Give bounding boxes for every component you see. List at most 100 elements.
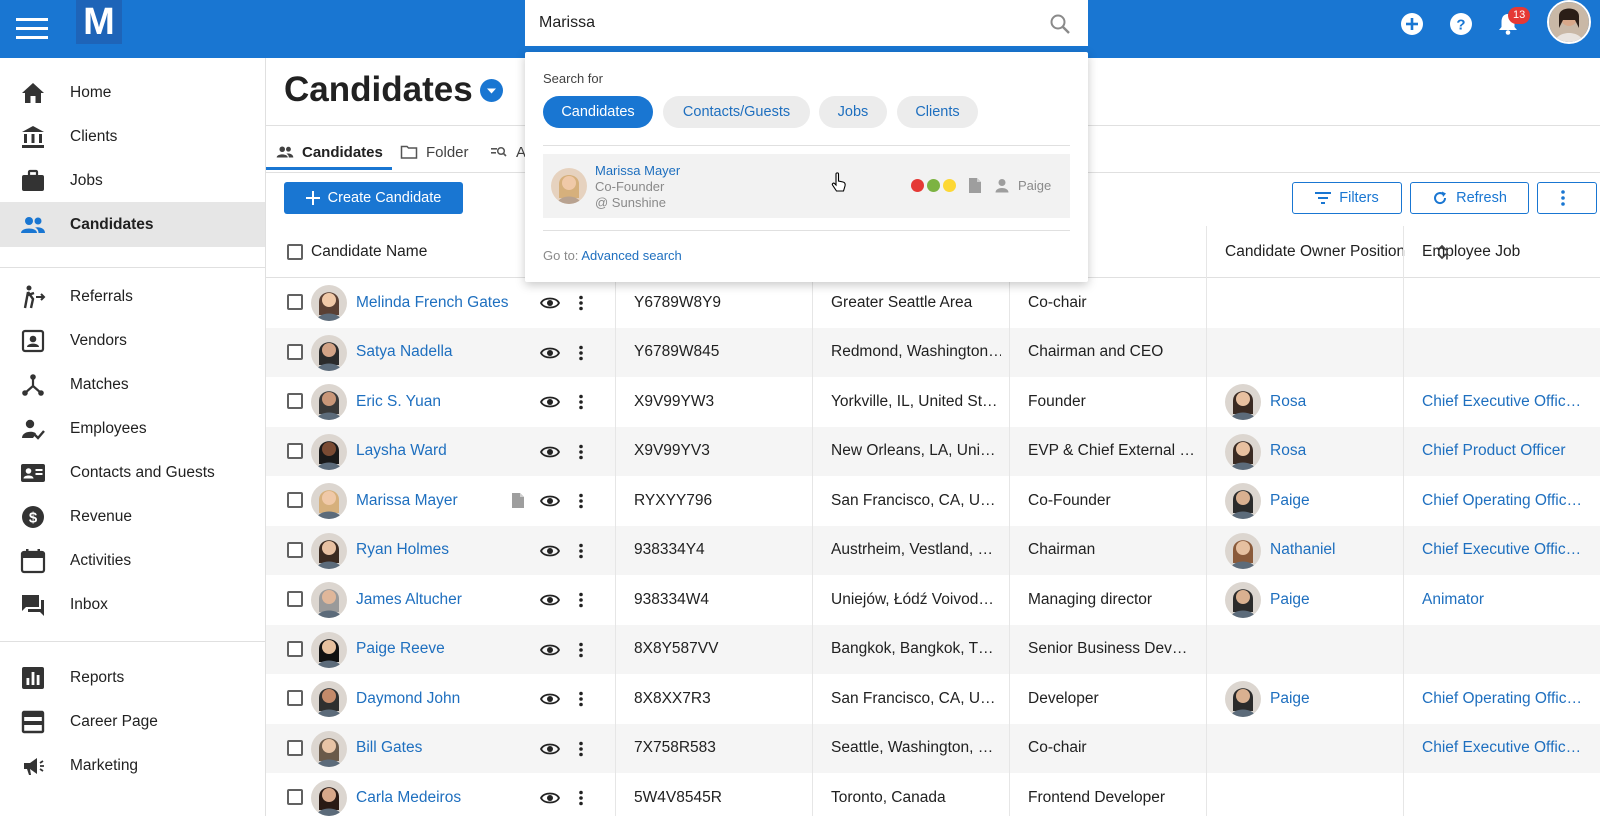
eye-icon[interactable] — [540, 689, 560, 709]
table-row[interactable]: Paige Reeve 8X8Y587VV Bangkok, Bangkok, T…… — [266, 624, 1600, 675]
select-all-checkbox[interactable] — [287, 244, 303, 260]
employee-job-link[interactable]: Chief Executive Offic… — [1422, 724, 1592, 774]
search-icon[interactable] — [1048, 12, 1072, 36]
more-vertical-icon[interactable] — [571, 442, 591, 462]
row-checkbox[interactable] — [287, 541, 303, 558]
hamburger-menu-icon[interactable] — [16, 10, 48, 46]
advanced-search-link[interactable]: Advanced search — [581, 248, 681, 263]
candidate-owner-link[interactable]: Paige — [1270, 575, 1390, 625]
sidebar-item-revenue[interactable]: $ Revenue — [0, 494, 265, 539]
more-vertical-icon[interactable] — [571, 640, 591, 660]
candidate-name-link[interactable]: Laysha Ward — [356, 427, 531, 477]
add-circle-icon[interactable] — [1398, 10, 1426, 38]
candidate-owner-link[interactable]: Paige — [1270, 476, 1390, 526]
row-checkbox[interactable] — [287, 739, 303, 756]
row-checkbox[interactable] — [287, 294, 303, 310]
table-row[interactable]: Marissa Mayer RYXYY796 San Francisco, CA, … — [266, 476, 1600, 526]
candidate-owner-link[interactable]: Rosa — [1270, 377, 1390, 427]
tab-advanced[interactable]: A — [490, 134, 526, 170]
tab-folder[interactable]: Folder — [400, 134, 469, 170]
candidate-name-link[interactable]: Melinda French Gates — [356, 278, 531, 328]
refresh-button[interactable]: Refresh — [1410, 182, 1529, 214]
sidebar-item-candidates[interactable]: Candidates — [0, 202, 265, 247]
header-candidate-owner[interactable]: Candidate Owner — [1225, 226, 1346, 278]
employee-job-link[interactable]: Chief Executive Offic… — [1422, 377, 1592, 427]
candidate-owner-link[interactable]: Rosa — [1270, 427, 1390, 477]
eye-icon[interactable] — [540, 541, 560, 561]
sidebar-item-activities[interactable]: Activities — [0, 538, 265, 583]
chip-jobs[interactable]: Jobs — [819, 96, 887, 128]
candidate-owner-link[interactable]: Paige — [1270, 674, 1390, 724]
eye-icon[interactable] — [540, 343, 560, 363]
eye-icon[interactable] — [540, 491, 560, 511]
table-row[interactable]: Daymond John 8X8XX7R3 San Francisco, CA, U… — [266, 674, 1600, 724]
eye-icon[interactable] — [540, 293, 560, 313]
search-result-item[interactable]: Marissa Mayer Co-Founder @ Sunshine Paig… — [543, 154, 1070, 218]
eye-icon[interactable] — [540, 788, 560, 808]
table-row[interactable]: Eric S. Yuan X9V99YW3 Yorkville, IL, Unite… — [266, 377, 1600, 427]
sidebar-item-inbox[interactable]: Inbox — [0, 582, 265, 627]
more-vertical-icon[interactable] — [571, 739, 591, 759]
filters-button[interactable]: Filters — [1292, 182, 1402, 214]
employee-job-link[interactable]: Chief Product Officer — [1422, 427, 1592, 477]
row-checkbox[interactable] — [287, 640, 303, 657]
chip-clients[interactable]: Clients — [897, 96, 978, 128]
sidebar-item-clients[interactable]: Clients — [0, 114, 265, 159]
sidebar-item-reports[interactable]: Reports — [0, 655, 265, 700]
eye-icon[interactable] — [540, 442, 560, 462]
sidebar-item-marketing[interactable]: Marketing — [0, 743, 265, 788]
row-checkbox[interactable] — [287, 789, 303, 805]
sidebar-item-referrals[interactable]: Referrals — [0, 274, 265, 319]
chip-contacts-guests[interactable]: Contacts/Guests — [663, 96, 810, 128]
more-vertical-icon[interactable] — [571, 491, 591, 511]
chip-candidates[interactable]: Candidates — [543, 96, 653, 128]
more-vertical-icon[interactable] — [571, 541, 591, 561]
employee-job-link[interactable]: Animator — [1422, 575, 1592, 625]
more-vertical-icon[interactable] — [571, 343, 591, 363]
more-vertical-icon[interactable] — [571, 293, 591, 313]
employee-job-link[interactable]: Chief Executive Offic… — [1422, 526, 1592, 576]
more-vertical-icon[interactable] — [571, 689, 591, 709]
tab-candidates[interactable]: Candidates — [276, 134, 383, 170]
sidebar-item-matches[interactable]: Matches — [0, 362, 265, 407]
table-row[interactable]: James Altucher 938334W4 Uniejów, Łódź Voiv… — [266, 575, 1600, 625]
row-checkbox[interactable] — [287, 343, 303, 360]
more-vertical-icon[interactable] — [571, 788, 591, 808]
eye-icon[interactable] — [540, 392, 560, 412]
user-avatar[interactable] — [1547, 0, 1591, 44]
row-checkbox[interactable] — [287, 591, 303, 607]
table-row[interactable]: Ryan Holmes 938334Y4 Austrheim, Vestland, … — [266, 525, 1600, 576]
sidebar-item-career-page[interactable]: Career Page — [0, 699, 265, 744]
app-logo[interactable]: M — [76, 0, 122, 44]
table-row[interactable]: Laysha Ward X9V99YV3 New Orleans, LA, Uni…… — [266, 426, 1600, 477]
more-options-button[interactable] — [1537, 182, 1597, 214]
candidate-name-link[interactable]: Daymond John — [356, 674, 531, 724]
row-checkbox[interactable] — [287, 690, 303, 706]
more-vertical-icon[interactable] — [571, 392, 591, 412]
table-row[interactable]: Carla Medeiros 5W4V8545R Toronto, Canada Fr… — [266, 773, 1600, 816]
header-position[interactable]: Position — [1350, 226, 1405, 278]
sidebar-item-home[interactable]: Home — [0, 70, 265, 115]
sidebar-item-contacts-and-guests[interactable]: Contacts and Guests — [0, 450, 265, 495]
candidate-name-link[interactable]: Ryan Holmes — [356, 526, 531, 576]
header-candidate-name[interactable]: Candidate Name — [311, 226, 427, 278]
employee-job-link[interactable]: Chief Operating Offic… — [1422, 674, 1592, 724]
create-candidate-button[interactable]: Create Candidate — [284, 182, 463, 214]
row-checkbox[interactable] — [287, 393, 303, 409]
more-vertical-icon[interactable] — [571, 590, 591, 610]
table-row[interactable]: Bill Gates 7X758R583 Seattle, Washington, … — [266, 723, 1600, 774]
row-checkbox[interactable] — [287, 492, 303, 508]
help-icon[interactable]: ? — [1447, 10, 1475, 38]
sidebar-item-jobs[interactable]: Jobs — [0, 158, 265, 203]
view-dropdown-button[interactable] — [480, 79, 503, 102]
eye-icon[interactable] — [540, 640, 560, 660]
header-employee-job[interactable]: Employee Job — [1422, 226, 1520, 278]
document-icon[interactable] — [511, 492, 525, 509]
eye-icon[interactable] — [540, 590, 560, 610]
candidate-name-link[interactable]: Eric S. Yuan — [356, 377, 531, 427]
candidate-name-link[interactable]: James Altucher — [356, 575, 531, 625]
table-row[interactable]: Melinda French Gates Y6789W8Y9 Greater Sea… — [266, 278, 1600, 328]
candidate-name-link[interactable]: Satya Nadella — [356, 328, 531, 378]
candidate-name-link[interactable]: Paige Reeve — [356, 625, 531, 675]
table-row[interactable]: Satya Nadella Y6789W845 Redmond, Washingto… — [266, 327, 1600, 378]
